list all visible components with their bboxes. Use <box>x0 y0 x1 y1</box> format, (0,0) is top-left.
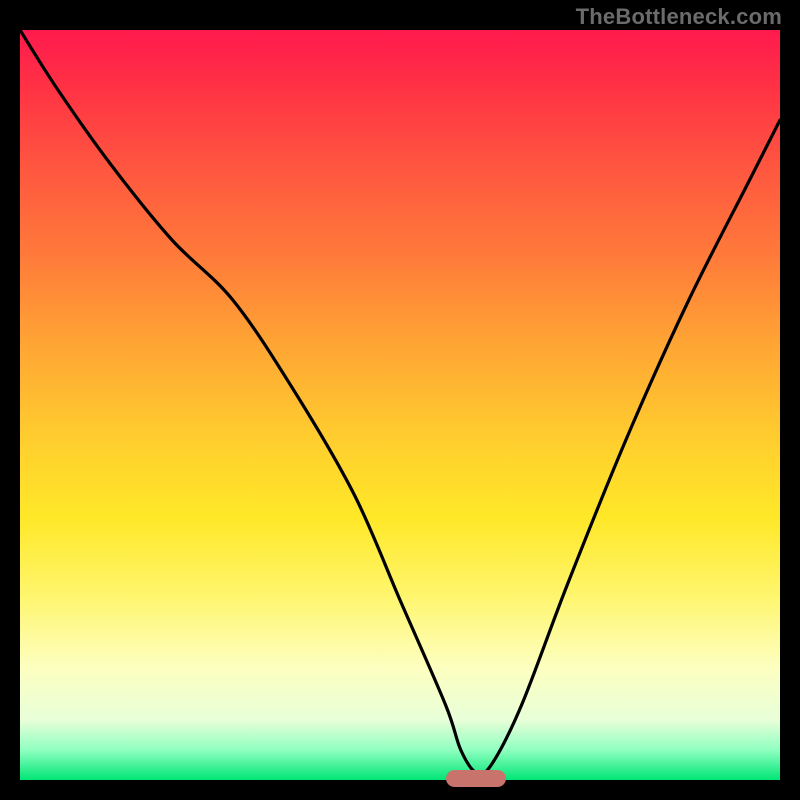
watermark-text: TheBottleneck.com <box>576 4 782 30</box>
chart-frame: TheBottleneck.com <box>0 0 800 800</box>
plot-area <box>20 30 780 780</box>
optimum-marker <box>446 770 507 787</box>
bottleneck-curve <box>20 30 780 780</box>
